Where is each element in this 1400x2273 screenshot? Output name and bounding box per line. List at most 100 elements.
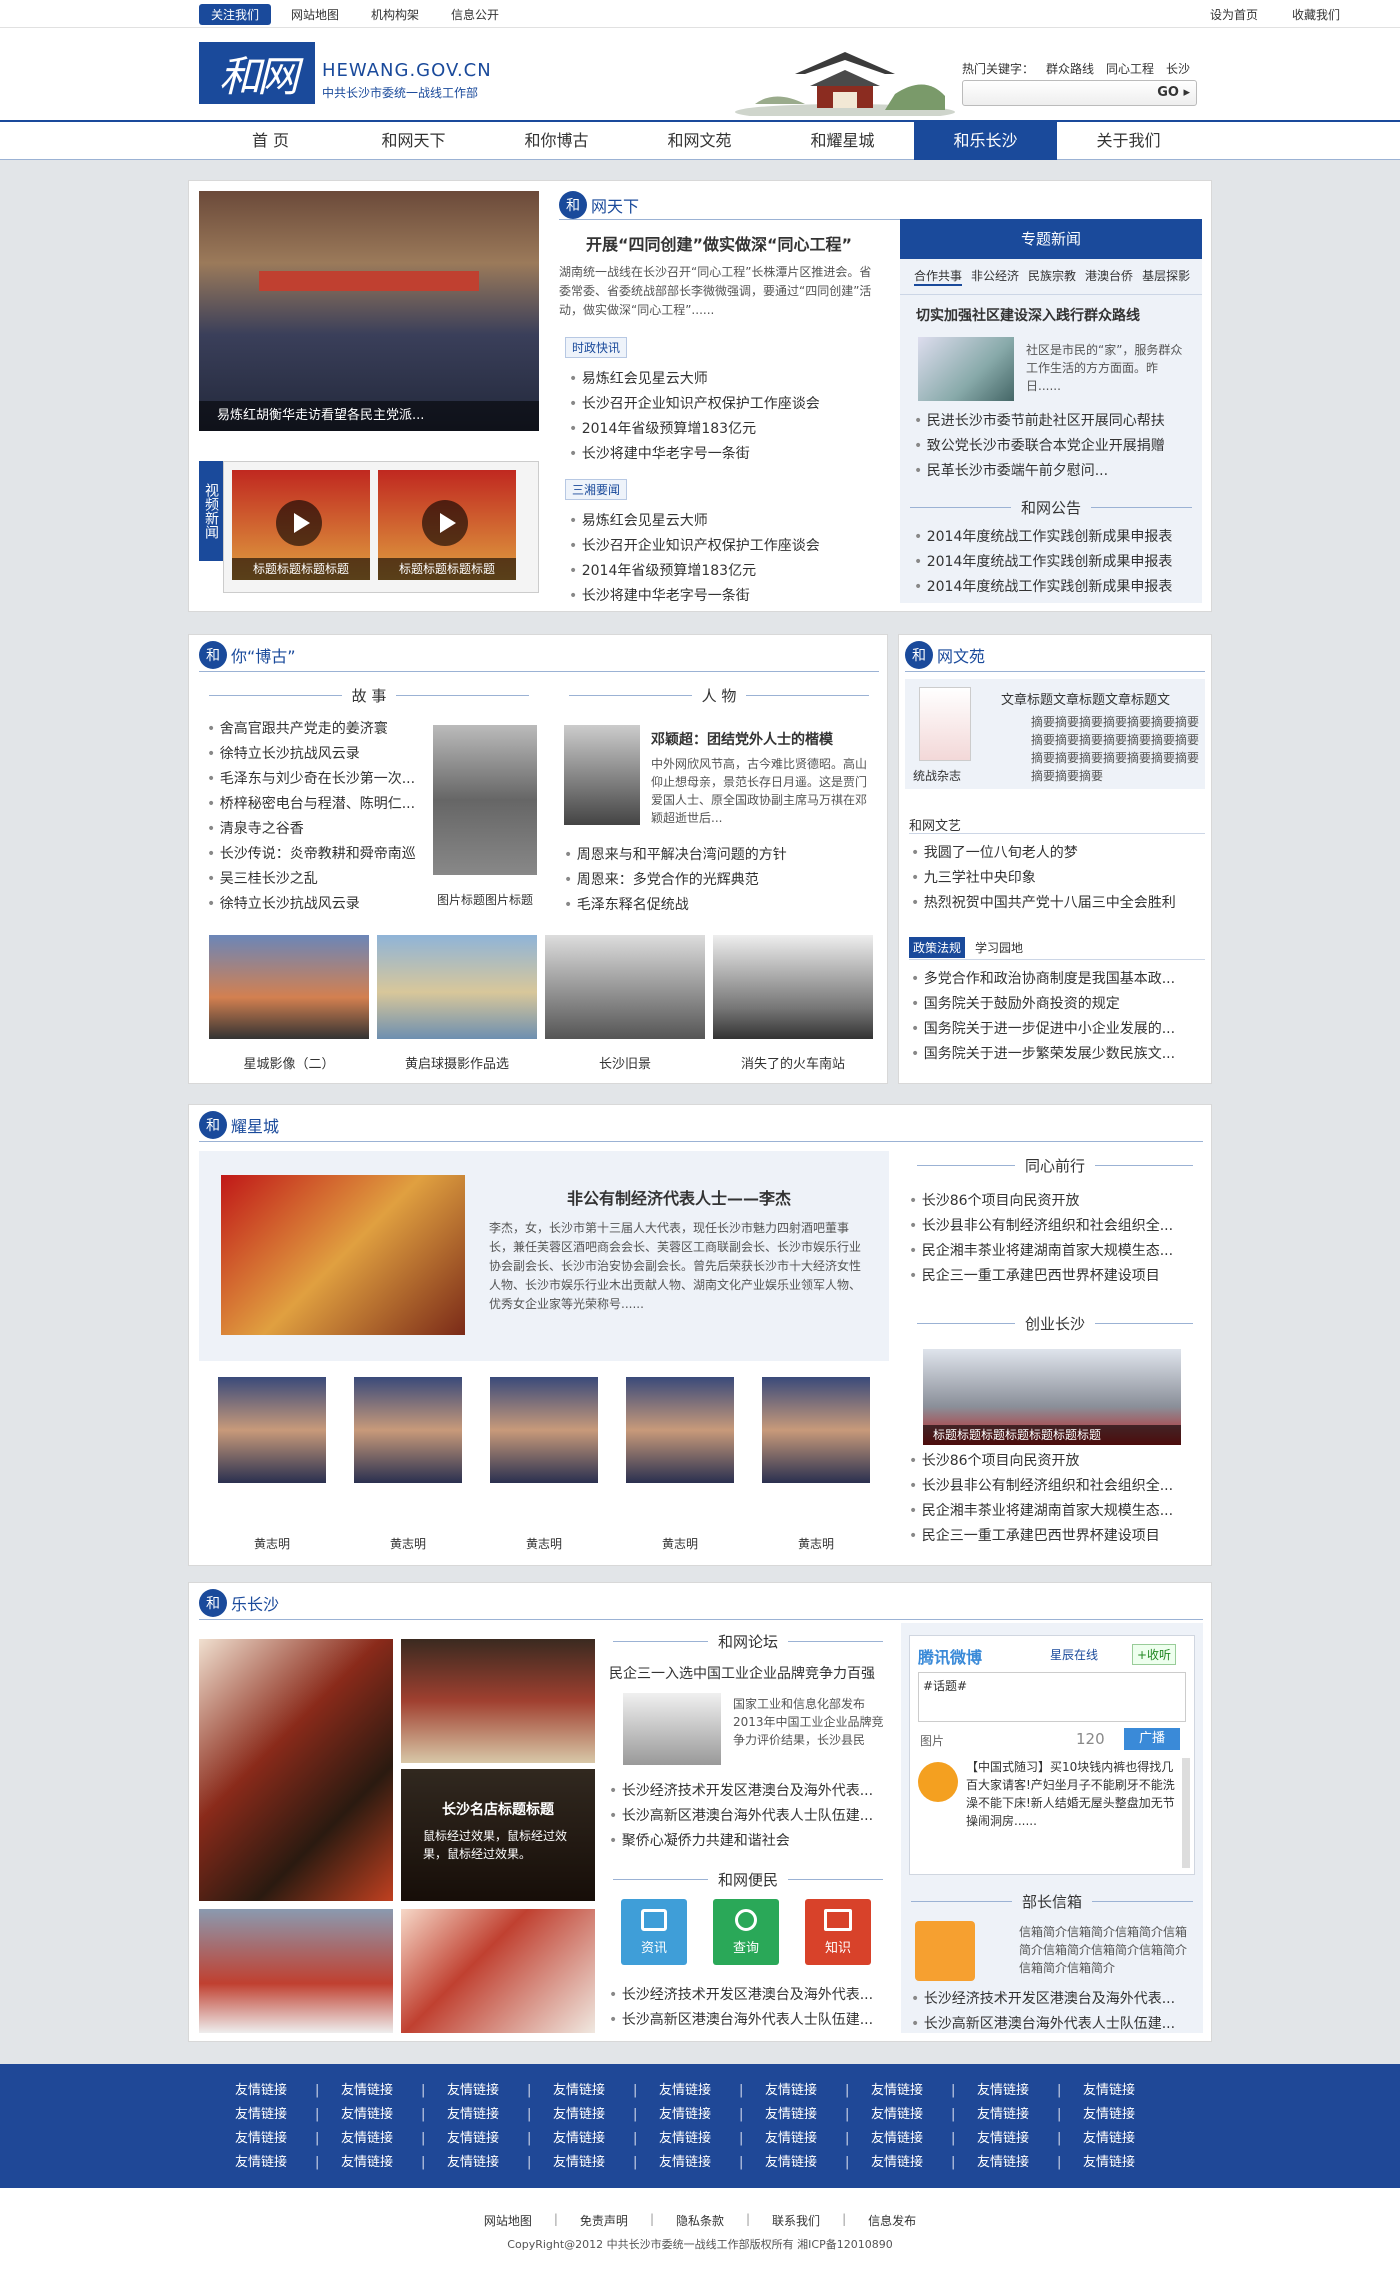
person-name[interactable]: 邓颖超：团结党外人士的楷模	[651, 729, 833, 749]
list-item[interactable]: 长沙高新区港澳台海外代表人士队伍建...	[609, 1804, 893, 1829]
weibo-textarea[interactable]: #话题#	[918, 1672, 1186, 1722]
friend-link[interactable]: 友情链接	[1083, 2106, 1189, 2124]
friend-link[interactable]: 友情链接	[977, 2082, 1083, 2100]
friend-link[interactable]: 友情链接	[1083, 2082, 1189, 2100]
friend-link[interactable]: 友情链接	[553, 2130, 659, 2148]
list-item[interactable]: 民企三一重工承建巴西世界杯建设项目	[909, 1264, 1199, 1289]
friend-link[interactable]: 友情链接	[765, 2154, 871, 2172]
embroidery-photo[interactable]	[401, 1909, 595, 2033]
site-logo[interactable]: 和网	[199, 42, 315, 104]
friend-link[interactable]: 友情链接	[341, 2106, 447, 2124]
topic-headline[interactable]: 切实加强社区建设深入践行群众路线	[900, 295, 1202, 325]
list-item[interactable]: 周恩来：多党合作的光辉典范	[564, 868, 864, 893]
hot-keyword[interactable]: 长沙	[1166, 60, 1190, 77]
list-item[interactable]: 国务院关于鼓励外商投资的规定	[911, 992, 1205, 1017]
friend-link[interactable]: 友情链接	[765, 2106, 871, 2124]
forum-photo[interactable]	[623, 1693, 721, 1765]
list-item[interactable]: 长沙将建中华老字号一条街	[569, 584, 869, 609]
person-photo[interactable]	[354, 1377, 462, 1483]
list-item[interactable]: 长沙县非公有制经济组织和社会组织全...	[909, 1474, 1199, 1499]
list-item[interactable]: 易炼红会见星云大师	[569, 367, 869, 392]
opera-photo[interactable]	[199, 1909, 393, 2033]
list-item[interactable]: 易炼红会见星云大师	[569, 509, 869, 534]
person-name[interactable]: 黄志明	[626, 1535, 734, 1552]
store-hover-card[interactable]: 长沙名店标题标题 鼠标经过效果，鼠标经过效果，鼠标经过效果。	[401, 1769, 595, 1901]
startup-photo[interactable]: 标题标题标题标题标题标题标题	[923, 1349, 1181, 1445]
person-photo[interactable]	[218, 1377, 326, 1483]
magazine-cover[interactable]	[919, 687, 971, 761]
feature-photo[interactable]	[221, 1175, 465, 1335]
list-item[interactable]: 民企湘丰茶业将建湖南首家大规模生态...	[909, 1239, 1199, 1264]
feature-title[interactable]: 非公有制经济代表人士——李杰	[489, 1185, 869, 1209]
gallery-caption[interactable]: 黄启球摄影作品选	[377, 1053, 537, 1072]
bookmark-link[interactable]: 收藏我们	[1292, 6, 1340, 23]
weibo-follow-button[interactable]: +收听	[1132, 1644, 1177, 1665]
list-item[interactable]: 2014年省级预算增183亿元	[569, 417, 869, 442]
friend-link[interactable]: 友情链接	[977, 2130, 1083, 2148]
food-photo[interactable]	[199, 1639, 393, 1901]
topic-tab[interactable]: 非公经济	[971, 267, 1019, 286]
search-go-button[interactable]: GO ▸	[1157, 85, 1190, 100]
list-item[interactable]: 长沙县非公有制经济组织和社会组织全...	[909, 1214, 1199, 1239]
magazine-title[interactable]: 文章标题文章标题文章标题文	[1001, 689, 1201, 708]
video-thumb[interactable]: 标题标题标题标题	[232, 470, 370, 580]
video-thumb[interactable]: 标题标题标题标题	[378, 470, 516, 580]
friend-link[interactable]: 友情链接	[553, 2154, 659, 2172]
list-item[interactable]: 九三学社中央印象	[911, 866, 1205, 891]
friend-link[interactable]: 友情链接	[341, 2130, 447, 2148]
friend-link[interactable]: 友情链接	[553, 2082, 659, 2100]
gallery-caption[interactable]: 长沙旧景	[545, 1053, 705, 1072]
tag-politics[interactable]: 时政快讯	[565, 337, 628, 358]
hot-keyword[interactable]: 群众路线	[1046, 60, 1094, 77]
story-photo[interactable]	[433, 725, 537, 875]
nav-world[interactable]: 和网天下	[342, 122, 485, 160]
list-item[interactable]: 长沙将建中华老字号一条街	[569, 442, 869, 467]
weibo-scrollbar[interactable]	[1182, 1758, 1190, 1868]
service-query-button[interactable]: 查询	[713, 1899, 779, 1965]
topic-tab[interactable]: 基层探影	[1142, 267, 1190, 286]
list-item[interactable]: 2014年度统战工作实践创新成果申报表	[914, 575, 1194, 600]
list-item[interactable]: 民进长沙市委节前赴社区开展同心帮扶	[914, 409, 1194, 434]
list-item[interactable]: 吴三桂长沙之乱	[207, 867, 417, 892]
weibo-brand[interactable]: 腾讯微博	[918, 1644, 982, 1668]
set-homepage-link[interactable]: 设为首页	[1210, 6, 1258, 23]
top-link-info[interactable]: 信息公开	[439, 4, 511, 25]
list-item[interactable]: 毛泽东释名促统战	[564, 893, 864, 918]
tab-study[interactable]: 学习园地	[971, 937, 1027, 958]
friend-link[interactable]: 友情链接	[977, 2154, 1083, 2172]
friend-link[interactable]: 友情链接	[447, 2106, 553, 2124]
list-item[interactable]: 长沙86个项目向民资开放	[909, 1449, 1199, 1474]
list-item[interactable]: 长沙召开企业知识产权保护工作座谈会	[569, 392, 869, 417]
list-item[interactable]: 聚侨心凝侨力共建和谐社会	[609, 1829, 893, 1854]
list-item[interactable]: 长沙经济技术开发区港澳台及海外代表...	[911, 1987, 1201, 2012]
list-item[interactable]: 桥梓秘密电台与程潜、陈明仁...	[207, 792, 417, 817]
list-item[interactable]: 清泉寺之谷香	[207, 817, 417, 842]
friend-link[interactable]: 友情链接	[447, 2130, 553, 2148]
list-item[interactable]: 长沙召开企业知识产权保护工作座谈会	[569, 534, 869, 559]
bottom-link[interactable]: 联系我们	[772, 2212, 820, 2229]
tag-hunan[interactable]: 三湘要闻	[565, 479, 628, 500]
person-name[interactable]: 黄志明	[354, 1535, 462, 1552]
list-item[interactable]: 致公党长沙市委联合本党企业开展捐赠	[914, 434, 1194, 459]
list-item[interactable]: 长沙传说：炎帝教耕和舜帝南巡	[207, 842, 417, 867]
friend-link[interactable]: 友情链接	[871, 2130, 977, 2148]
gallery-caption[interactable]: 星城影像（二）	[209, 1053, 369, 1072]
person-name[interactable]: 黄志明	[490, 1535, 598, 1552]
friend-link[interactable]: 友情链接	[1083, 2154, 1189, 2172]
weibo-avatar[interactable]	[918, 1762, 958, 1802]
friend-link[interactable]: 友情链接	[659, 2154, 765, 2172]
topic-photo[interactable]	[918, 337, 1014, 401]
list-item[interactable]: 长沙高新区港澳台海外代表人士队伍建...	[911, 2012, 1201, 2037]
friend-link[interactable]: 友情链接	[659, 2082, 765, 2100]
nav-home[interactable]: 首 页	[199, 122, 342, 160]
person-photo[interactable]	[762, 1377, 870, 1483]
nav-star-city[interactable]: 和耀星城	[771, 122, 914, 160]
nav-joy-changsha[interactable]: 和乐长沙	[914, 122, 1057, 160]
friend-link[interactable]: 友情链接	[659, 2106, 765, 2124]
weibo-send-button[interactable]: 广播	[1124, 1728, 1180, 1750]
friend-link[interactable]: 友情链接	[765, 2082, 871, 2100]
friend-link[interactable]: 友情链接	[447, 2154, 553, 2172]
gallery-photo[interactable]	[377, 935, 537, 1039]
person-name[interactable]: 黄志明	[218, 1535, 326, 1552]
tab-policy[interactable]: 政策法规	[909, 937, 966, 958]
